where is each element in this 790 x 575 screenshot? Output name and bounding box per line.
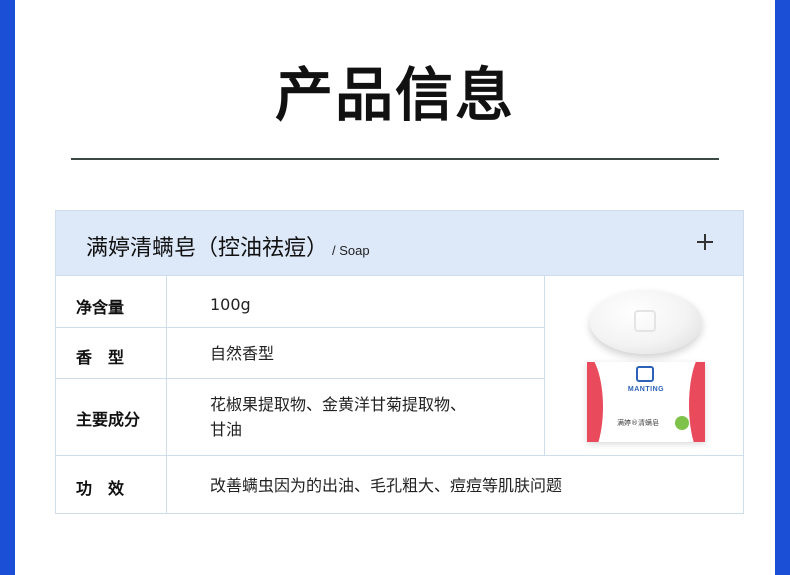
row-divider bbox=[56, 378, 544, 379]
card-header[interactable]: 满婷清螨皂（控油祛痘） / Soap bbox=[56, 211, 743, 276]
soap-box-image: MANTING 满婷®清螨皂 bbox=[587, 362, 705, 442]
box-swoosh-right bbox=[689, 362, 705, 442]
spec-label-ingredients: 主要成分 bbox=[76, 410, 141, 429]
ingredients-line-2: 甘油 bbox=[210, 420, 243, 439]
spec-value-net-content: 100g bbox=[210, 295, 251, 314]
spec-label-efficacy: 功 效 bbox=[76, 479, 125, 498]
page-title: 产品信息 bbox=[274, 61, 515, 129]
product-info-card: 满婷清螨皂（控油祛痘） / Soap 净含量 100g 香 型 自然香型 主要成分… bbox=[55, 210, 744, 514]
box-swoosh-left bbox=[587, 362, 603, 442]
row-divider bbox=[56, 455, 743, 456]
box-brand-text: MANTING bbox=[627, 386, 665, 393]
soap-bar-image bbox=[590, 290, 702, 354]
product-image: MANTING 满婷®清螨皂 bbox=[585, 284, 715, 444]
product-name: 满婷清螨皂（控油祛痘） bbox=[86, 236, 329, 261]
spec-label-net-content: 净含量 bbox=[76, 298, 125, 317]
product-category: / Soap bbox=[332, 243, 370, 258]
spec-value-efficacy: 改善螨虫因为的出油、毛孔粗大、痘痘等肌肤问题 bbox=[210, 476, 563, 495]
title-divider bbox=[71, 158, 719, 160]
soap-logo-icon bbox=[634, 310, 656, 332]
row-divider bbox=[56, 327, 544, 328]
spec-value-fragrance: 自然香型 bbox=[210, 344, 275, 363]
badge-icon bbox=[675, 416, 689, 430]
brand-logo-icon bbox=[636, 366, 654, 382]
label-column-divider bbox=[166, 276, 167, 514]
image-column-divider bbox=[544, 276, 545, 455]
plus-icon[interactable] bbox=[697, 234, 713, 250]
spec-value-ingredients: 花椒果提取物、金黄洋甘菊提取物、 甘油 bbox=[210, 392, 466, 442]
ingredients-line-1: 花椒果提取物、金黄洋甘菊提取物、 bbox=[210, 395, 467, 414]
spec-label-fragrance: 香 型 bbox=[76, 348, 125, 367]
card-title: 满婷清螨皂（控油祛痘） / Soap bbox=[86, 230, 370, 262]
box-product-name: 满婷®清螨皂 bbox=[617, 419, 659, 427]
